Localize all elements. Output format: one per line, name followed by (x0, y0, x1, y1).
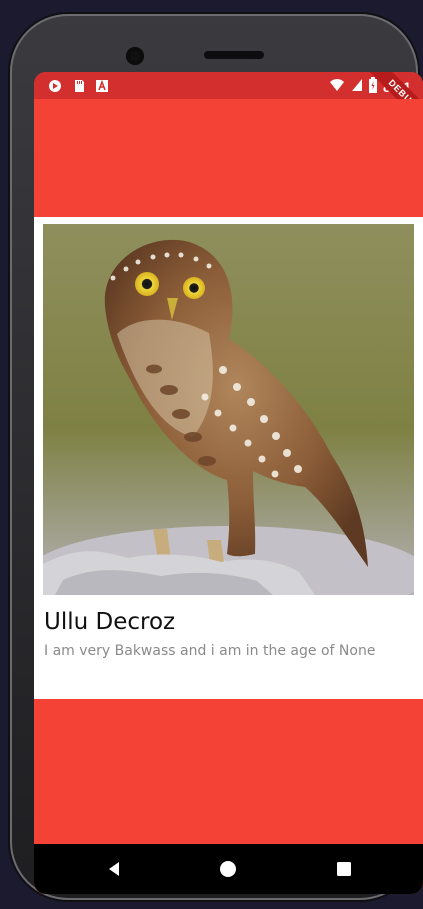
sd-card-icon (72, 79, 86, 93)
device-frame: 8:01 DEBUG (10, 14, 423, 900)
wifi-icon (329, 78, 345, 96)
status-bar: 8:01 DEBUG (34, 72, 423, 141)
owl-image (43, 224, 414, 595)
device-screen: 8:01 DEBUG (34, 72, 423, 894)
signal-icon (351, 78, 363, 96)
card-subtitle: I am very Bakwass and i am in the age of… (44, 643, 376, 659)
battery-icon (368, 77, 377, 97)
navigation-bar (34, 844, 423, 894)
recents-icon[interactable] (335, 860, 353, 878)
app-bar (34, 99, 423, 217)
back-icon[interactable] (105, 860, 123, 878)
body-background (34, 699, 423, 844)
card-title: Ullu Decroz (44, 609, 176, 635)
earpiece-speaker (204, 51, 264, 59)
home-icon[interactable] (219, 860, 237, 878)
play-protect-icon (48, 79, 62, 93)
a-icon (95, 79, 109, 93)
front-camera (126, 47, 144, 65)
profile-card: Ullu Decroz I am very Bakwass and i am i… (34, 217, 423, 699)
